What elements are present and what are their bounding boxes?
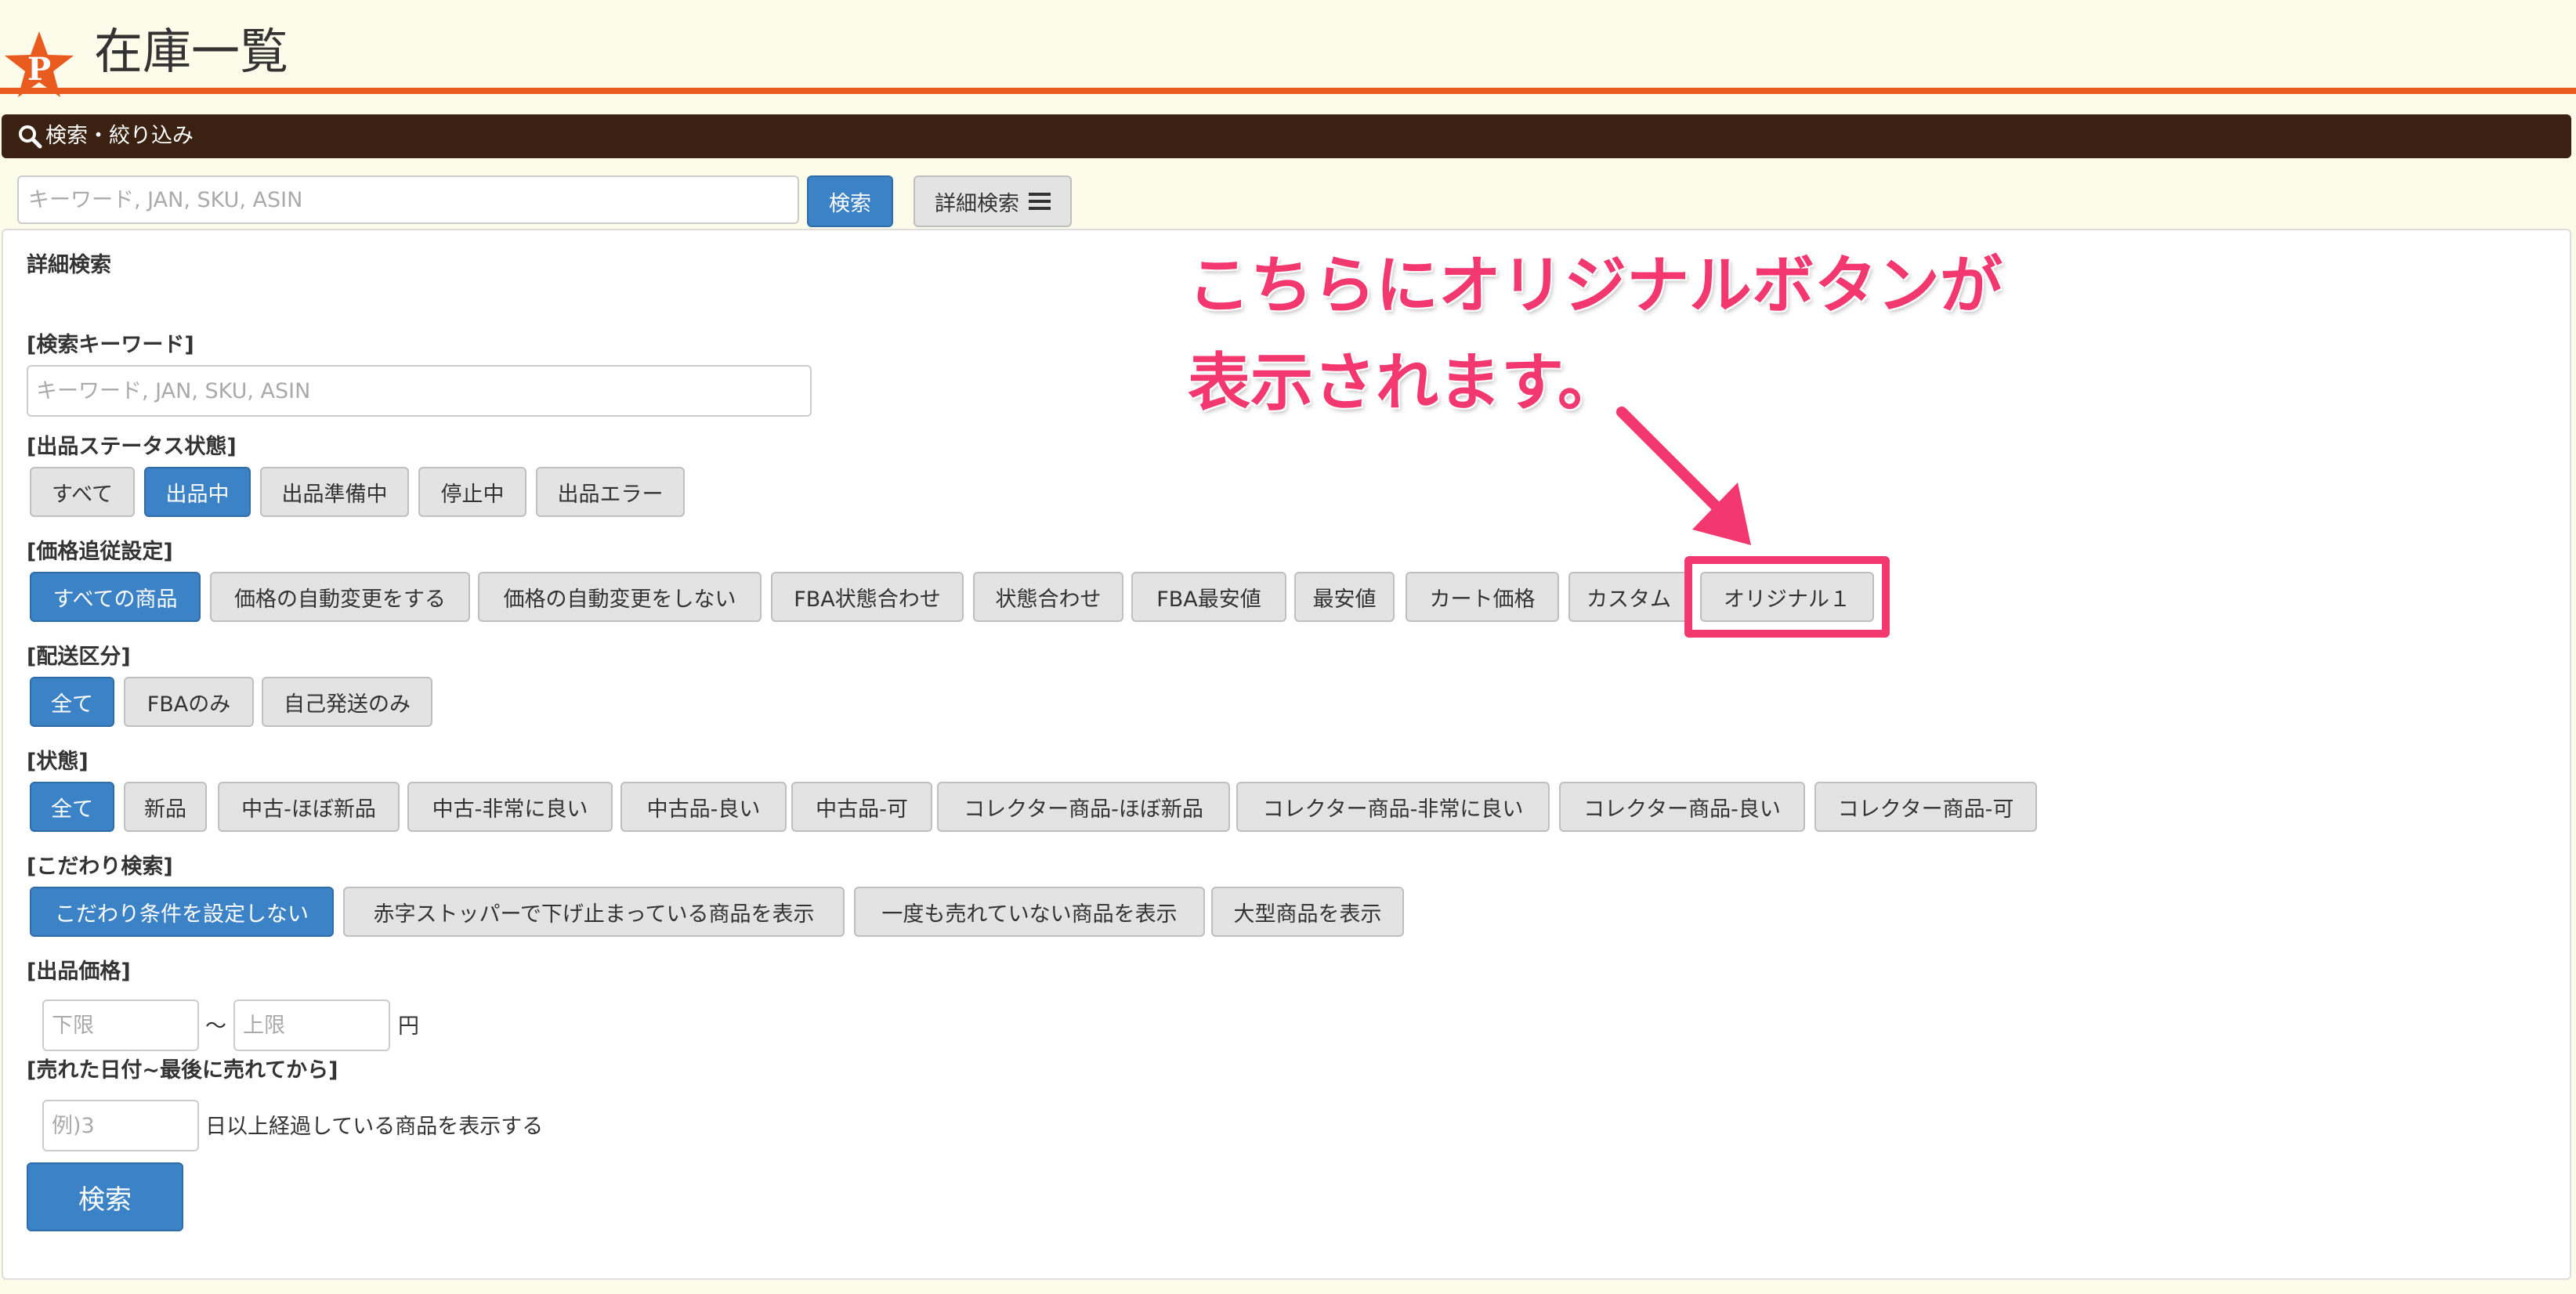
keyword-label: [検索キーワード] bbox=[27, 333, 194, 357]
search-filter-bar[interactable]: 検索・絞り込み bbox=[2, 114, 2571, 158]
condition-option-used-like-new[interactable]: 中古-ほぼ新品 bbox=[218, 782, 400, 832]
listing-status-label: [出品ステータス状態] bbox=[27, 435, 237, 459]
annotation-text-line-1: こちらにオリジナルボタンが bbox=[1188, 249, 2003, 322]
quick-search-input[interactable] bbox=[17, 175, 799, 224]
special-option-never-sold[interactable]: 一度も売れていない商品を表示 bbox=[854, 887, 1205, 937]
special-option-oversize[interactable]: 大型商品を表示 bbox=[1211, 887, 1404, 937]
logo-letter: P bbox=[27, 51, 51, 88]
price-max-input[interactable] bbox=[233, 999, 390, 1051]
header-divider bbox=[0, 88, 2576, 94]
condition-option-collector-acceptable[interactable]: コレクター商品-可 bbox=[1814, 782, 2037, 832]
price-range-separator: 〜 bbox=[205, 1014, 226, 1039]
price-tracking-option-fba-lowest[interactable]: FBA最安値 bbox=[1131, 572, 1286, 622]
condition-label: [状態] bbox=[27, 750, 89, 774]
price-tracking-label: [価格追従設定] bbox=[27, 540, 173, 564]
advanced-search-toggle-label: 詳細検索 bbox=[935, 191, 1019, 216]
page-header: P 在庫一覧 bbox=[0, 0, 2576, 97]
condition-option-used-acceptable[interactable]: 中古品-可 bbox=[791, 782, 932, 832]
special-option-none[interactable]: こだわり条件を設定しない bbox=[30, 887, 334, 937]
price-tracking-option-condition[interactable]: 状態合わせ bbox=[973, 572, 1123, 622]
page-title: 在庫一覧 bbox=[94, 23, 289, 80]
shipping-option-fba[interactable]: FBAのみ bbox=[124, 677, 254, 727]
condition-option-used-good[interactable]: 中古品-良い bbox=[620, 782, 787, 832]
price-tracking-option-lowest[interactable]: 最安値 bbox=[1294, 572, 1395, 622]
condition-option-collector-like-new[interactable]: コレクター商品-ほぼ新品 bbox=[937, 782, 1230, 832]
shipping-label: [配送区分] bbox=[27, 645, 131, 669]
listing-status-option-preparing[interactable]: 出品準備中 bbox=[260, 467, 409, 517]
panel-title: 詳細検索 bbox=[27, 253, 111, 277]
shipping-option-all[interactable]: 全て bbox=[30, 677, 114, 727]
annotation-text-line-2: 表示されます。 bbox=[1188, 346, 1620, 419]
listing-status-option-error[interactable]: 出品エラー bbox=[536, 467, 685, 517]
condition-option-collector-very-good[interactable]: コレクター商品-非常に良い bbox=[1236, 782, 1550, 832]
listing-status-option-stopped[interactable]: 停止中 bbox=[418, 467, 526, 517]
price-tracking-option-all[interactable]: すべての商品 bbox=[30, 572, 201, 622]
price-min-input[interactable] bbox=[42, 999, 199, 1051]
condition-option-collector-good[interactable]: コレクター商品-良い bbox=[1559, 782, 1805, 832]
listing-status-option-all[interactable]: すべて bbox=[30, 467, 135, 517]
quick-search-button[interactable]: 検索 bbox=[807, 175, 893, 227]
advanced-search-submit-button[interactable]: 検索 bbox=[27, 1162, 183, 1231]
days-since-sold-suffix: 日以上経過している商品を表示する bbox=[205, 1115, 544, 1139]
days-since-sold-input[interactable] bbox=[42, 1100, 199, 1151]
advanced-search-toggle-button[interactable]: 詳細検索 bbox=[914, 175, 1072, 227]
keyword-input[interactable] bbox=[27, 365, 812, 417]
condition-option-new[interactable]: 新品 bbox=[124, 782, 207, 832]
listing-price-label: [出品価格] bbox=[27, 960, 131, 984]
annotation-highlight-box bbox=[1684, 556, 1890, 638]
price-tracking-option-custom[interactable]: カスタム bbox=[1568, 572, 1689, 622]
listing-status-option-active[interactable]: 出品中 bbox=[144, 467, 251, 517]
sold-date-label: [売れた日付~最後に売れてから] bbox=[27, 1058, 338, 1083]
price-unit: 円 bbox=[398, 1014, 419, 1039]
price-tracking-option-manual[interactable]: 価格の自動変更をしない bbox=[478, 572, 762, 622]
menu-icon bbox=[1029, 193, 1051, 210]
special-option-loss-stopper[interactable]: 赤字ストッパーで下げ止まっている商品を表示 bbox=[343, 887, 845, 937]
price-tracking-option-cart[interactable]: カート価格 bbox=[1406, 572, 1559, 622]
annotation-arrow-icon bbox=[1616, 407, 1751, 545]
special-search-label: [こだわり検索] bbox=[27, 855, 173, 879]
condition-option-used-very-good[interactable]: 中古-非常に良い bbox=[407, 782, 613, 832]
price-tracking-option-fba-condition[interactable]: FBA状態合わせ bbox=[771, 572, 964, 622]
shipping-option-self[interactable]: 自己発送のみ bbox=[262, 677, 432, 727]
search-icon bbox=[19, 125, 42, 149]
condition-option-all[interactable]: 全て bbox=[30, 782, 114, 832]
search-filter-label: 検索・絞り込み bbox=[45, 124, 194, 148]
price-tracking-option-auto[interactable]: 価格の自動変更をする bbox=[210, 572, 470, 622]
